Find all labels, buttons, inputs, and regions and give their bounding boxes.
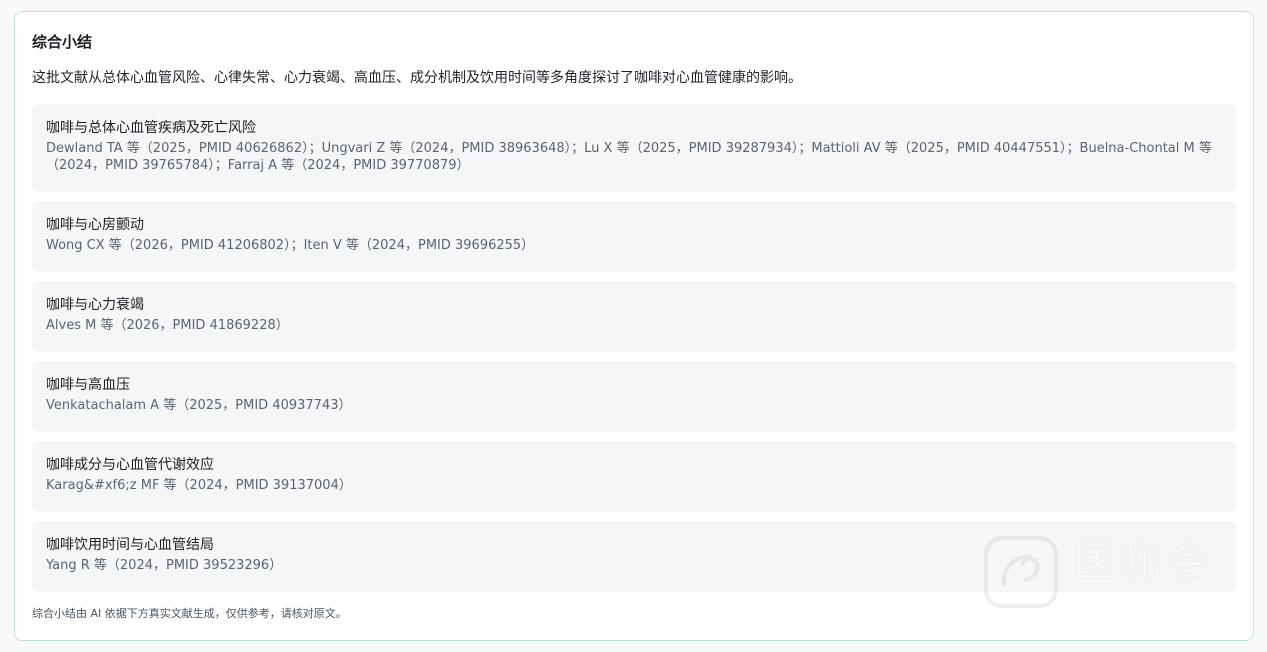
topic-title: 咖啡与总体心血管疾病及死亡风险 bbox=[46, 120, 256, 136]
topic-references: Karag&#xf6;z MF 等（2024，PMID 39137004） bbox=[46, 478, 352, 493]
topic-item: 咖啡与高血压 Venkatachalam A 等（2025，PMID 40937… bbox=[32, 361, 1236, 432]
topic-item: 咖啡与总体心血管疾病及死亡风险 Dewland TA 等（2025，PMID 4… bbox=[32, 104, 1236, 192]
summary-card: 综合小结 这批文献从总体心血管风险、心律失常、心力衰竭、高血压、成分机制及饮用时… bbox=[14, 11, 1254, 641]
topic-references: Alves M 等（2026，PMID 41869228） bbox=[46, 318, 289, 333]
topic-item: 咖啡成分与心血管代谢效应 Karag&#xf6;z MF 等（2024，PMID… bbox=[32, 441, 1236, 512]
topic-references: Wong CX 等（2026，PMID 41206802）；Iten V 等（2… bbox=[46, 238, 535, 253]
summary-intro: 这批文献从总体心血管风险、心律失常、心力衰竭、高血压、成分机制及饮用时间等多角度… bbox=[32, 70, 802, 86]
summary-topic-list: 咖啡与总体心血管疾病及死亡风险 Dewland TA 等（2025，PMID 4… bbox=[32, 104, 1236, 592]
topic-title: 咖啡与心房颤动 bbox=[46, 217, 144, 233]
topic-item: 咖啡与心力衰竭 Alves M 等（2026，PMID 41869228） bbox=[32, 281, 1236, 352]
topic-references: Dewland TA 等（2025，PMID 40626862）；Ungvari… bbox=[46, 141, 1212, 173]
topic-references: Venkatachalam A 等（2025，PMID 40937743） bbox=[46, 398, 352, 413]
topic-item: 咖啡与心房颤动 Wong CX 等（2026，PMID 41206802）；It… bbox=[32, 201, 1236, 272]
topic-title: 咖啡成分与心血管代谢效应 bbox=[46, 457, 214, 473]
topic-references: Yang R 等（2024，PMID 39523296） bbox=[46, 558, 283, 573]
topic-item: 咖啡饮用时间与心血管结局 Yang R 等（2024，PMID 39523296… bbox=[32, 521, 1236, 592]
topic-title: 咖啡与高血压 bbox=[46, 377, 130, 393]
topic-title: 咖啡饮用时间与心血管结局 bbox=[46, 537, 214, 553]
ai-disclaimer-note: 综合小结由 AI 依据下方真实文献生成，仅供参考，请核对原文。 bbox=[32, 607, 347, 620]
summary-title: 综合小结 bbox=[32, 33, 93, 51]
topic-title: 咖啡与心力衰竭 bbox=[46, 297, 144, 313]
